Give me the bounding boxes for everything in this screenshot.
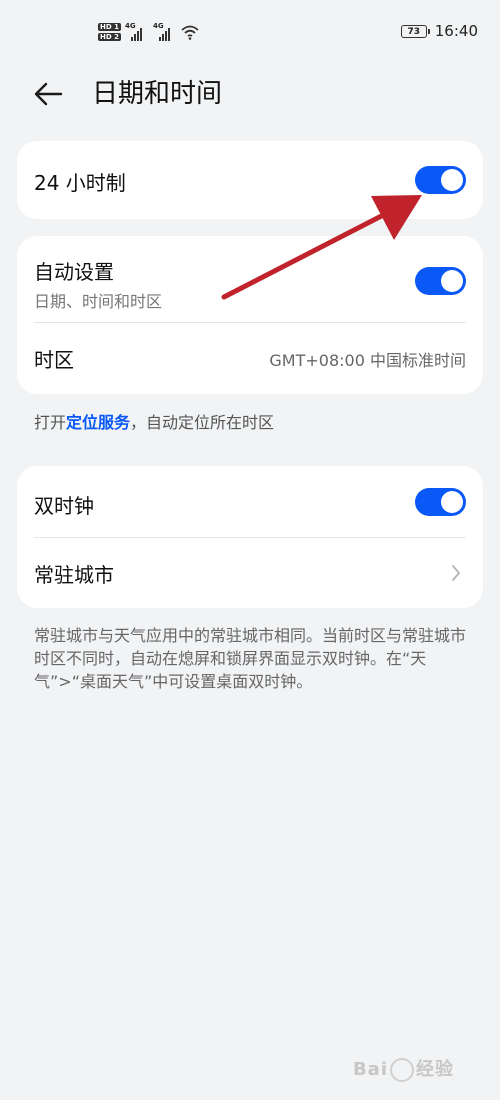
- signal-icon-2: 4G: [153, 22, 177, 41]
- timezone-label: 时区: [34, 348, 74, 372]
- signal-indicators: HD 1 HD 2 4G 4G: [98, 18, 199, 46]
- timezone-row[interactable]: 时区 GMT+08:00 中国标准时间: [17, 323, 483, 394]
- timezone-value: GMT+08:00 中国标准时间: [269, 351, 466, 370]
- home-city-label: 常驻城市: [34, 563, 114, 587]
- hour24-toggle[interactable]: [415, 166, 466, 194]
- auto-time-card: 自动设置 日期、时间和时区 时区 GMT+08:00 中国标准时间: [17, 236, 483, 394]
- auto-setting-label: 自动设置: [34, 260, 114, 284]
- watermark-text-right: 经验: [416, 1059, 454, 1080]
- dual-clock-toggle[interactable]: [415, 488, 466, 516]
- dual-clock-description: 常驻城市与天气应用中的常驻城市相同。当前时区与常驻城市时区不同时，自动在熄屏和锁…: [34, 626, 467, 691]
- back-button[interactable]: [30, 76, 66, 112]
- sim1-badge: HD 1: [98, 23, 121, 31]
- sim-badges: HD 1 HD 2: [98, 23, 121, 41]
- auto-setting-subtitle: 日期、时间和时区: [34, 292, 163, 311]
- dual-clock-card: 双时钟 常驻城市: [17, 466, 483, 608]
- arrow-left-icon: [34, 82, 63, 106]
- signal-icon: 4G: [125, 22, 149, 41]
- sim2-badge: HD 2: [98, 33, 121, 41]
- status-bar: HD 1 HD 2 4G 4G 73 16:40: [0, 0, 500, 64]
- dual-clock-row[interactable]: 双时钟: [17, 466, 483, 537]
- home-city-row[interactable]: 常驻城市: [17, 538, 483, 608]
- location-hint-prefix: 打开: [34, 413, 67, 432]
- location-hint-suffix: ，自动定位所在时区: [130, 413, 275, 432]
- auto-setting-toggle[interactable]: [415, 267, 466, 295]
- wifi-icon: [181, 25, 199, 40]
- status-right: 73 16:40: [400, 22, 478, 40]
- baidu-watermark: Bai 经验: [353, 1055, 454, 1082]
- page-title: 日期和时间: [92, 79, 223, 109]
- battery-icon: 73: [400, 24, 430, 38]
- auto-setting-row[interactable]: 自动设置 日期、时间和时区: [17, 236, 483, 322]
- hour24-card: 24 小时制: [17, 141, 483, 219]
- chevron-right-icon: [452, 565, 460, 581]
- page-header: 日期和时间: [0, 64, 500, 124]
- paw-logo-icon: [390, 1058, 414, 1082]
- location-service-link[interactable]: 定位服务: [66, 413, 130, 432]
- location-hint: 打开定位服务，自动定位所在时区: [34, 409, 274, 433]
- hour24-row[interactable]: 24 小时制: [17, 141, 483, 219]
- hour24-label: 24 小时制: [34, 171, 126, 195]
- dual-clock-label: 双时钟: [34, 494, 94, 518]
- watermark-text-left: Bai: [352, 1059, 388, 1080]
- clock: 16:40: [434, 22, 478, 40]
